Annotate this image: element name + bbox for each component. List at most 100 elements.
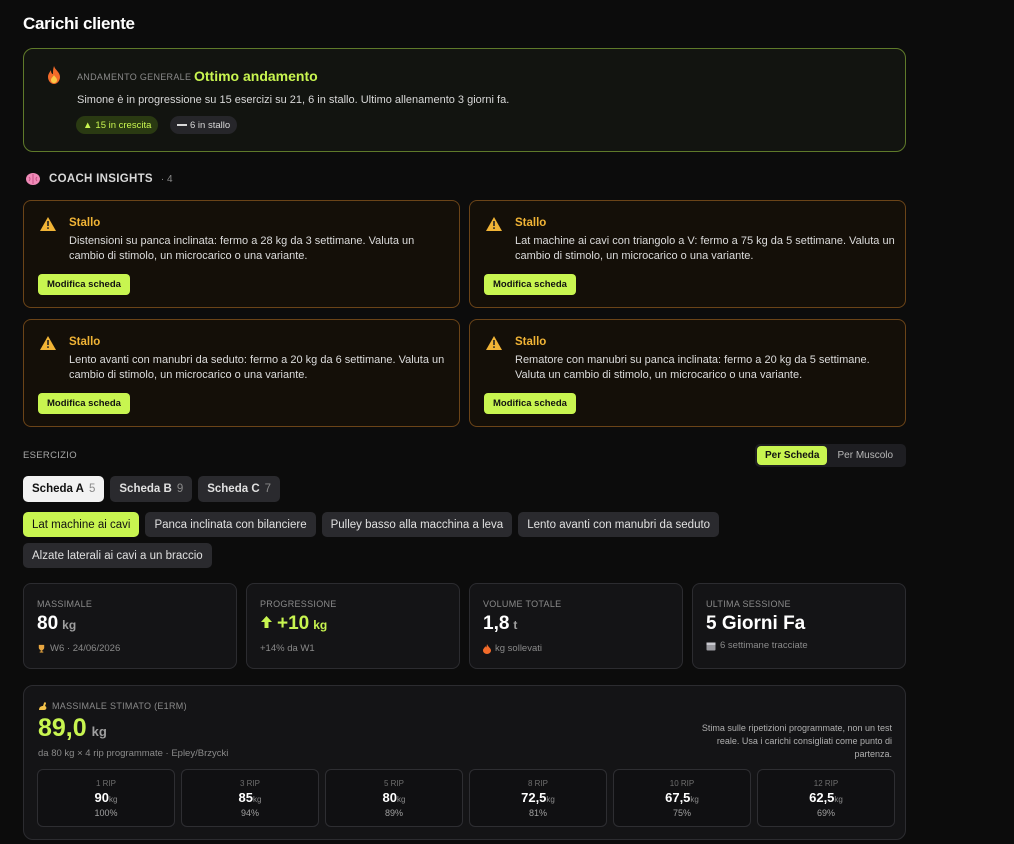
insight-text: Rematore con manubri su panca inclinata:… — [515, 354, 870, 381]
overview-card: ANDAMENTO GENERALE Ottimo andamento Simo… — [23, 48, 906, 152]
rep-percent: 94% — [240, 808, 259, 818]
rep-card: 12 RIP 62,5kg 69% — [757, 769, 895, 827]
rep-label: 10 RIP — [669, 779, 695, 788]
stat-sub-text: W6 · 24/06/2026 — [50, 643, 121, 654]
edit-plan-button[interactable]: Modifica scheda — [484, 393, 576, 414]
insight-title: Stallo — [69, 217, 101, 229]
insight-text: Lat machine ai cavi con triangolo a V: f… — [515, 235, 895, 262]
rep-percent: 89% — [384, 808, 403, 818]
tab-scheda-b[interactable]: Scheda B 9 — [110, 476, 193, 502]
insights-label: COACH INSIGHTS — [49, 173, 153, 185]
e1rm-unit: kg — [91, 724, 107, 739]
warning-icon — [486, 217, 502, 231]
rep-unit: kg — [109, 795, 118, 804]
exercise-chip[interactable]: Pulley basso alla macchina a leva — [321, 512, 513, 537]
rep-number: 90 — [94, 790, 109, 805]
stat-sub: +14% da W1 — [260, 643, 315, 654]
view-by-muscle-option[interactable]: Per Muscolo — [829, 446, 901, 465]
stat-number: 80 — [37, 613, 59, 634]
triangle-up-icon: ▲ — [83, 119, 93, 131]
insight-card: Stallo Distensioni su panca inclinata: f… — [23, 200, 460, 308]
rep-unit: kg — [834, 795, 843, 804]
brain-icon — [26, 173, 40, 185]
rep-card: 1 RIP 90kg 100% — [37, 769, 175, 827]
stat-number: 1,8 — [483, 613, 510, 634]
arrow-up-icon — [261, 616, 272, 628]
tab-count: 7 — [264, 483, 272, 495]
rep-number: 62,5 — [809, 790, 835, 805]
tab-label: Scheda C — [207, 483, 260, 495]
warning-icon — [40, 336, 56, 350]
rep-value: 72,5kg — [470, 790, 606, 805]
stat-sub-text: kg sollevati — [495, 643, 542, 654]
e1rm-label: MASSIMALE STIMATO (E1RM) — [38, 701, 187, 711]
rep-label: 12 RIP — [813, 779, 839, 788]
insight-text: Distensioni su panca inclinata: fermo a … — [69, 235, 415, 262]
warning-icon — [486, 336, 502, 350]
stat-card-last-session: ULTIMA SESSIONE 5 Giorni Fa 6 settimane … — [692, 583, 906, 669]
stat-number: 5 Giorni Fa — [706, 613, 806, 634]
stalled-badge-label: 6 in stallo — [190, 119, 231, 131]
calendar-icon — [706, 642, 716, 650]
tab-label: Scheda B — [119, 483, 172, 495]
rep-card: 10 RIP 67,5kg 75% — [613, 769, 751, 827]
rep-value: 80kg — [326, 790, 462, 805]
insights-count: · 4 — [160, 173, 173, 185]
edit-plan-button[interactable]: Modifica scheda — [484, 274, 576, 295]
overview-description: Simone è in progressione su 15 esercizi … — [77, 94, 510, 106]
e1rm-note: Stima sulle ripetizioni programmate, non… — [701, 723, 892, 759]
stat-label: MASSIMALE — [37, 599, 93, 609]
rep-unit: kg — [546, 795, 555, 804]
exercise-chip[interactable]: Panca inclinata con bilanciere — [145, 512, 316, 537]
stat-label: ULTIMA SESSIONE — [706, 599, 791, 609]
exercise-chip[interactable]: Alzate laterali ai cavi a un braccio — [23, 543, 212, 568]
e1rm-footnote: da 80 kg × 4 rip programmate · Epley/Brz… — [38, 748, 229, 759]
insight-title: Stallo — [515, 336, 547, 348]
rep-percent: 100% — [94, 808, 118, 818]
stat-number: +10 — [277, 613, 310, 634]
growing-badge: ▲ 15 in crescita — [76, 116, 159, 134]
stat-unit: kg — [313, 618, 328, 632]
growing-badge-label: 15 in crescita — [95, 119, 152, 131]
rep-card: 3 RIP 85kg 94% — [181, 769, 319, 827]
stat-value: 1,8 t — [483, 613, 517, 635]
stat-value: 80 kg — [37, 613, 76, 635]
page-title: Carichi cliente — [23, 14, 135, 33]
tab-scheda-c[interactable]: Scheda C 7 — [198, 476, 281, 502]
flexed-arm-icon — [39, 702, 47, 710]
stat-card-volume: VOLUME TOTALE 1,8 t kg sollevati — [469, 583, 683, 669]
exercise-chip[interactable]: Lento avanti con manubri da seduto — [518, 512, 720, 537]
rep-value: 62,5kg — [758, 790, 894, 805]
stat-sub-text: +14% da W1 — [260, 643, 315, 654]
exercise-chips: Lat machine ai cavi Panca inclinata con … — [23, 512, 743, 568]
exercise-label: ESERCIZIO — [23, 450, 77, 461]
rep-number: 80 — [382, 790, 397, 805]
insight-card: Stallo Lat machine ai cavi con triangolo… — [469, 200, 906, 308]
tab-scheda-a[interactable]: Scheda A 5 — [23, 476, 105, 502]
overview-kicker: ANDAMENTO GENERALE — [77, 72, 192, 82]
exercise-chip[interactable]: Lat machine ai cavi — [23, 512, 140, 537]
e1rm-value: 89,0 kg — [38, 714, 107, 743]
insight-title: Stallo — [515, 217, 547, 229]
fire-icon — [483, 643, 491, 654]
rep-unit: kg — [397, 795, 406, 804]
stat-value: +10 kg — [260, 613, 327, 635]
rep-unit: kg — [690, 795, 699, 804]
rep-value: 67,5kg — [614, 790, 750, 805]
edit-plan-button[interactable]: Modifica scheda — [38, 274, 130, 295]
edit-plan-button[interactable]: Modifica scheda — [38, 393, 130, 414]
view-by-plan-option[interactable]: Per Scheda — [757, 446, 828, 465]
plan-tabs: Scheda A 5 Scheda B 9 Scheda C 7 — [23, 476, 281, 502]
warning-icon — [40, 217, 56, 231]
rep-number: 72,5 — [521, 790, 547, 805]
rep-table: 1 RIP 90kg 100% 3 RIP 85kg 94% 5 RIP 80k… — [37, 769, 895, 827]
insight-text: Lento avanti con manubri da seduto: ferm… — [69, 354, 445, 381]
e1rm-label-text: MASSIMALE STIMATO (E1RM) — [52, 701, 187, 711]
stat-card-progression: PROGRESSIONE +10 kg +14% da W1 — [246, 583, 460, 669]
e1rm-number: 89,0 — [38, 714, 87, 742]
rep-percent: 75% — [672, 808, 691, 818]
rep-unit: kg — [253, 795, 262, 804]
rep-label: 3 RIP — [239, 779, 260, 788]
stat-sub: 6 settimane tracciate — [706, 640, 808, 651]
stat-value: 5 Giorni Fa — [706, 613, 805, 635]
